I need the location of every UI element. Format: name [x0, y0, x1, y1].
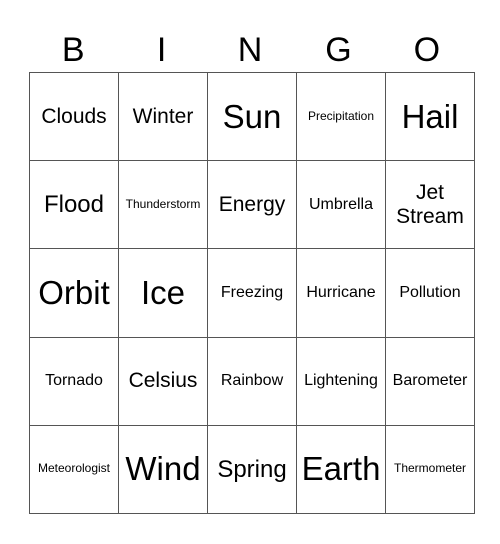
bingo-cell[interactable]: Spring [207, 424, 297, 515]
bingo-cell[interactable]: Thermometer [385, 424, 475, 515]
bingo-cell[interactable]: Tornado [29, 336, 119, 426]
bingo-cell[interactable]: Winter [118, 71, 208, 162]
header-letter-g: G [325, 31, 352, 69]
bingo-cell[interactable]: Umbrella [296, 160, 386, 250]
header-letter-i: I [156, 31, 167, 69]
bingo-cell[interactable]: Pollution [385, 248, 475, 338]
bingo-cell[interactable]: Flood [29, 160, 119, 250]
bingo-cell[interactable]: Energy [207, 160, 297, 250]
bingo-cell[interactable]: Precipitation [296, 71, 386, 162]
bingo-cell[interactable]: Orbit [29, 248, 119, 338]
bingo-cell[interactable]: Ice [118, 248, 208, 338]
bingo-cell[interactable]: Celsius [118, 336, 208, 426]
bingo-cell[interactable]: Earth [296, 424, 386, 515]
bingo-cell[interactable]: Jet Stream [385, 160, 475, 250]
header-letter-b: B [61, 31, 85, 69]
bingo-cell[interactable]: Barometer [385, 336, 475, 426]
bingo-cell[interactable]: Freezing [207, 248, 297, 338]
bingo-cell[interactable]: Thunderstorm [118, 160, 208, 250]
bingo-cell[interactable]: Meteorologist [29, 424, 119, 515]
bingo-cell[interactable]: Wind [118, 424, 208, 515]
header-letter-n: N [237, 31, 263, 69]
bingo-cell[interactable]: Hurricane [296, 248, 386, 338]
bingo-cell[interactable]: Sun [207, 71, 297, 162]
bingo-cell[interactable]: Lightening [296, 336, 386, 426]
bingo-cell[interactable]: Rainbow [207, 336, 297, 426]
header-letter-o: O [413, 31, 441, 69]
bingo-cell[interactable]: Hail [385, 71, 475, 162]
bingo-row: Meteorologist Wind Spring Earth Thermometer [29, 424, 475, 515]
bingo-row: Tornado Celsius Rainbow Lightening Barometer [29, 336, 475, 426]
bingo-row: Clouds Winter Sun Precipitation Hail [29, 71, 475, 162]
bingo-row: Flood Thunderstorm Energy Umbrella Jet Strea… [29, 160, 475, 250]
bingo-card: Clouds Winter Sun Precipitation Hail Flood Thu… [29, 71, 475, 515]
bingo-row: Orbit Ice Freezing Hurricane Pollution [29, 248, 475, 338]
bingo-header: B I N G O [29, 28, 471, 72]
bingo-cell[interactable]: Clouds [29, 71, 119, 162]
